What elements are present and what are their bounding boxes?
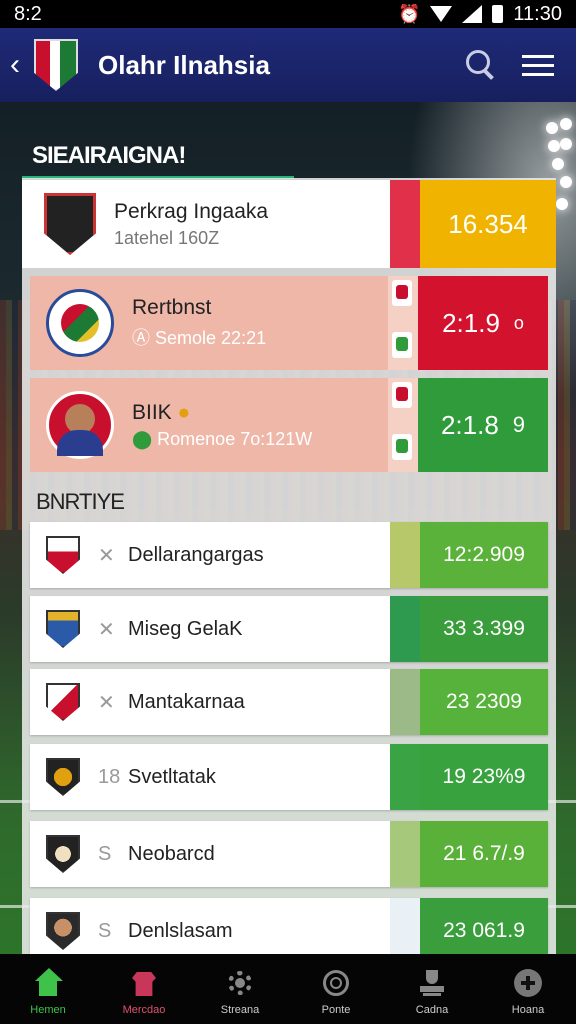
score-suffix: o <box>513 312 524 333</box>
trophy-icon <box>417 968 447 998</box>
position-mark: S <box>98 919 112 942</box>
team-badge <box>46 536 80 574</box>
hamburger-icon <box>522 54 554 58</box>
score-value: 16.354 <box>448 208 528 239</box>
standings-row[interactable]: ✕ Miseg GelaK 33 3.399 <box>30 596 548 662</box>
page-title: Olahr Ilnahsia <box>98 49 270 80</box>
position-mark: 18 <box>98 765 121 788</box>
alarm-icon: ⏰ <box>398 3 421 24</box>
nav-ponte[interactable]: Ponte <box>288 954 384 1024</box>
settings-icon <box>513 968 543 998</box>
standings-row[interactable]: ✕ Mantakarnaa 23 2309 <box>30 669 548 735</box>
signal-icon <box>462 5 483 23</box>
match-subtitle: 1atehel 160Z <box>114 227 220 248</box>
team-name: Denlslasam <box>128 919 233 942</box>
shirt-icon <box>129 968 159 998</box>
nav-cadna[interactable]: Cadna <box>384 954 480 1024</box>
match-score: 2:1.9 o <box>418 276 548 370</box>
row-accent <box>390 596 420 662</box>
home-icon <box>33 968 63 998</box>
team-badge <box>46 610 80 648</box>
menu-button[interactable] <box>522 54 554 76</box>
nav-matches[interactable]: Mercdao <box>96 954 192 1024</box>
status-bar: 8:2 ⏰ 11:30 <box>0 0 576 28</box>
position-mark: ✕ <box>98 691 115 714</box>
nav-label: Hemen <box>30 1004 66 1016</box>
standings-heading: BNRTIYE <box>36 489 125 514</box>
status-clock: 11:30 <box>513 2 562 25</box>
standings-row[interactable]: 18 Svetltatak 19 23%9 <box>30 744 548 810</box>
status-strip <box>390 180 420 268</box>
score-suffix: 9 <box>512 412 526 437</box>
team-crest <box>46 289 114 357</box>
team-points: 12:2.909 <box>420 522 548 588</box>
match-subtitle: Romenoe 7o:121W <box>157 428 313 449</box>
match-score: 16.354 <box>420 180 556 268</box>
team-name: Dellarangargas <box>128 543 264 566</box>
mini-badges <box>388 276 418 370</box>
score-value: 2:1.8 <box>440 409 499 440</box>
match-subtitle: Semole 22:21 <box>155 328 267 348</box>
wifi-icon <box>430 6 453 22</box>
featured-heading: SIEAIRAIGNA! <box>32 142 186 169</box>
match-title: BIIK <box>132 400 172 424</box>
match-score: 2:1.8 9 <box>418 378 548 472</box>
team-badge <box>46 912 80 950</box>
team-name: Mantakarnaa <box>128 690 245 713</box>
featured-match-1[interactable]: Perkrag Ingaaka 1atehel 160Z 16.354 <box>22 180 556 268</box>
nav-label: Cadna <box>415 1004 449 1016</box>
status-time: 8:2 <box>14 2 42 25</box>
match-title: Rertbnst <box>132 296 212 319</box>
search-button[interactable] <box>460 45 500 85</box>
featured-match-2[interactable]: Rertbnst Ⓐ Semole 22:21 2:1.9 o <box>30 276 548 370</box>
standings-row[interactable]: S Neobarcd 21 6.7/.9 <box>30 821 548 887</box>
team-points: 23 2309 <box>420 669 548 735</box>
team-name: Neobarcd <box>128 842 215 865</box>
team-crest <box>44 193 96 255</box>
club-logo <box>34 39 78 91</box>
gear-icon <box>225 968 255 998</box>
team-name: Miseg GelaK <box>128 617 243 640</box>
team-badge <box>46 758 80 796</box>
team-points: 19 23%9 <box>420 744 548 810</box>
flame-icon: ● <box>177 400 191 424</box>
nav-label: Ponte <box>321 1004 351 1016</box>
back-icon[interactable]: ‹ <box>10 48 32 82</box>
team-badge <box>46 835 80 873</box>
bottom-navigation: Hemen Mercdao Streana Ponte Cadna Hoana <box>0 954 576 1024</box>
lock-icon: ⬤ <box>132 428 158 449</box>
score-value: 2:1.9 <box>442 307 500 338</box>
player-avatar <box>46 391 114 459</box>
nav-stream[interactable]: Streana <box>192 954 288 1024</box>
team-points: 21 6.7/.9 <box>420 821 548 887</box>
row-accent <box>390 821 420 887</box>
featured-match-3[interactable]: BIIK ● ⬤ Romenoe 7o:121W 2:1.8 9 <box>30 378 548 472</box>
team-points: 33 3.399 <box>420 596 548 662</box>
standings-row[interactable]: ✕ Dellarangargas 12:2.909 <box>30 522 548 588</box>
nav-label: Hoana <box>511 1004 545 1016</box>
team-badge <box>46 683 80 721</box>
battery-icon <box>492 5 504 23</box>
row-accent <box>390 744 420 810</box>
row-accent <box>390 522 420 588</box>
nav-hoana[interactable]: Hoana <box>480 954 576 1024</box>
mini-badges <box>388 378 418 472</box>
info-icon: Ⓐ <box>132 328 156 348</box>
nav-label: Mercdao <box>122 1004 166 1016</box>
app-header: ‹ Olahr Ilnahsia <box>0 28 576 102</box>
nav-home[interactable]: Hemen <box>0 954 96 1024</box>
position-mark: ✕ <box>98 618 115 641</box>
team-name: Svetltatak <box>128 765 216 788</box>
chat-icon <box>321 968 351 998</box>
nav-label: Streana <box>220 1004 260 1016</box>
row-accent <box>390 669 420 735</box>
match-title: Perkrag Ingaaka <box>114 199 269 223</box>
position-mark: S <box>98 842 112 865</box>
position-mark: ✕ <box>98 544 115 567</box>
